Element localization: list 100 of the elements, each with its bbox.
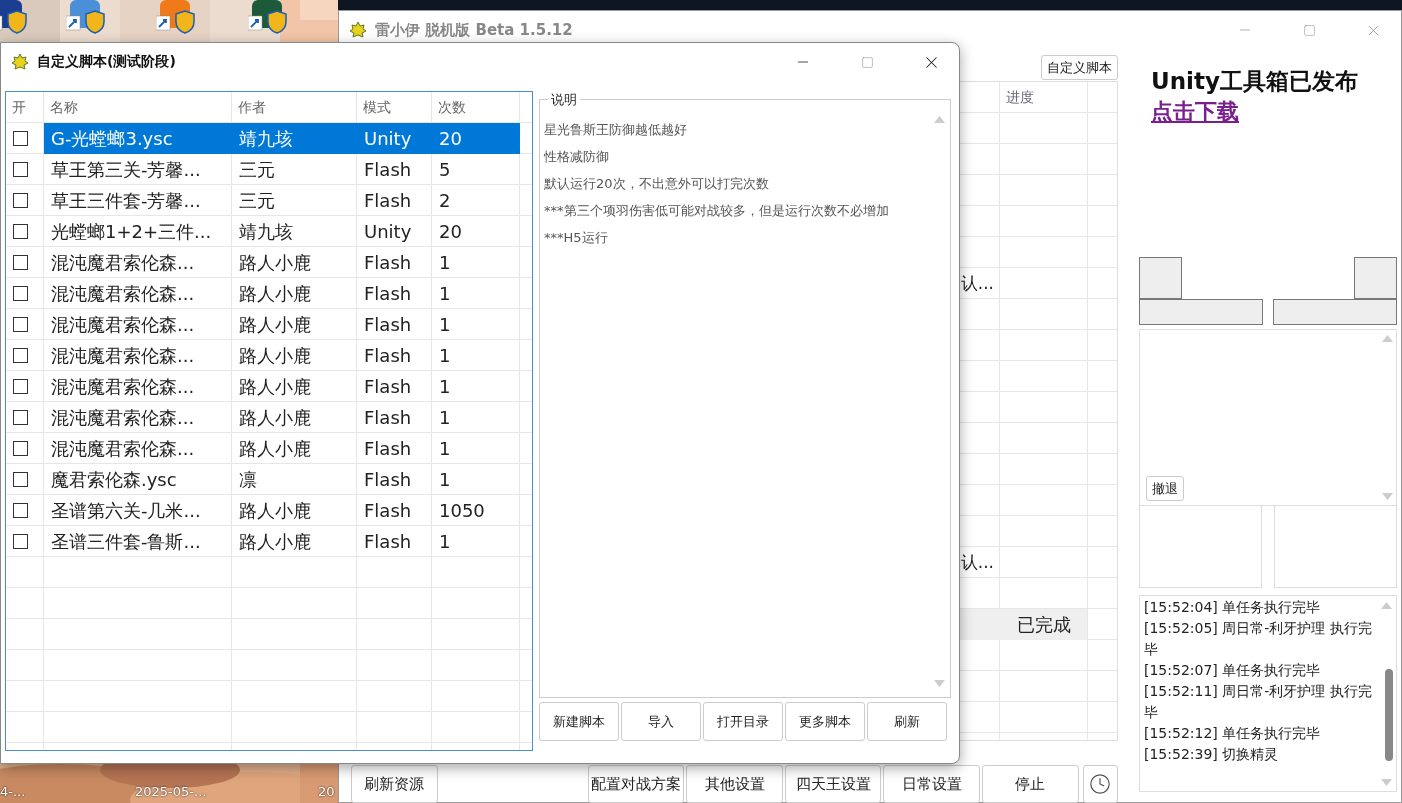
dialog-title: 自定义脚本(测试阶段) (37, 53, 177, 71)
table-row[interactable]: 混沌魔君索伦森... 路人小鹿 Flash 1 (6, 247, 532, 278)
dialog-button[interactable]: 导入 (621, 702, 701, 741)
promo-headline: Unity工具箱已发布 (1151, 67, 1359, 96)
table-cell-text: Flash (363, 158, 413, 182)
column-header[interactable]: 名称 (44, 92, 232, 123)
table-cell-text: 光螳螂1+2+三件... (50, 219, 213, 244)
table-row[interactable]: 混沌魔君索伦森... 路人小鹿 Flash 1 (6, 402, 532, 433)
table-cell-text: 三元 (238, 188, 276, 213)
table-row[interactable]: 混沌魔君索伦森... 路人小鹿 Flash 1 (6, 309, 532, 340)
app-shortcut-icon[interactable] (0, 0, 28, 34)
table-cell-text: Flash (363, 406, 413, 430)
table-cell-text: Unity (363, 220, 413, 244)
log-entry: [15:52:07] 单任务执行完毕 (1144, 661, 1322, 680)
log-entry: [15:52:12] 单任务执行完毕 (1144, 724, 1322, 743)
toolbar-button[interactable]: 日常设置 (883, 765, 980, 803)
table-cell-text: 2 (438, 189, 452, 213)
table-cell-text: 混沌魔君索伦森... (50, 312, 196, 337)
timer-button[interactable] (1082, 765, 1118, 803)
checkbox[interactable] (13, 131, 28, 146)
table-row[interactable]: 混沌魔君索伦森... 路人小鹿 Flash 1 (6, 278, 532, 309)
app-shortcut-icon[interactable] (66, 0, 106, 34)
custom-script-button[interactable]: 自定义脚本 (1041, 55, 1118, 80)
table-cell-text: Flash (363, 344, 413, 368)
table-row[interactable]: 圣谱三件套-鲁斯... 路人小鹿 Flash 1 (6, 526, 532, 557)
table-cell-text: Flash (363, 499, 413, 523)
table-cell-text: 已完成 (1016, 612, 1072, 637)
log-entry: [15:52:11] 周日常-利牙护理 执行完毕 (1144, 682, 1373, 722)
app-shortcut-icon[interactable] (156, 0, 196, 34)
checkbox[interactable] (13, 162, 28, 177)
table-row[interactable]: 光螳螂1+2+三件... 靖九垓 Unity 20 (6, 216, 532, 247)
checkbox[interactable] (13, 193, 28, 208)
dialog-button[interactable]: 新建脚本 (539, 702, 619, 741)
table-cell-text: 路人小鹿 (238, 312, 312, 337)
dialog-button[interactable]: 更多脚本 (785, 702, 865, 741)
checkbox[interactable] (13, 410, 28, 425)
description-text: 性格减防御 (544, 149, 610, 164)
table-cell-text: 5 (438, 158, 452, 182)
column-header[interactable]: 模式 (357, 92, 432, 123)
table-cell-text: 混沌魔君索伦森... (50, 374, 196, 399)
table-row[interactable]: 混沌魔君索伦森... 路人小鹿 Flash 1 (6, 371, 532, 402)
table-cell-text: 1 (438, 344, 452, 368)
desktop-icon-label: 2025-05-... (135, 784, 207, 799)
app-logo-icon (349, 21, 367, 39)
table-cell-text: 圣谱三件套-鲁斯... (50, 529, 202, 554)
column-header[interactable]: 开 (6, 92, 44, 123)
table-cell-text: G-光螳螂3.ysc (50, 126, 174, 151)
table-cell-text: 1050 (438, 499, 486, 523)
column-header[interactable]: 次数 (432, 92, 520, 123)
description-text: 默认运行20次，不出意外可以打完次数 (544, 176, 770, 191)
description-text: ***第三个项羽伤害低可能对战较多，但是运行次数不必增加 (544, 203, 890, 218)
checkbox[interactable] (13, 472, 28, 487)
table-row[interactable]: 草王第三关-芳馨... 三元 Flash 5 (6, 154, 532, 185)
log-entry: [15:52:04] 单任务执行完毕 (1144, 598, 1322, 617)
checkbox[interactable] (13, 286, 28, 301)
table-cell-text: 路人小鹿 (238, 498, 312, 523)
checkbox[interactable] (13, 441, 28, 456)
log-entry: [15:52:05] 周日常-利牙护理 执行完毕 (1144, 619, 1373, 659)
app-shortcut-icon[interactable] (248, 0, 288, 34)
table-cell-text: 路人小鹿 (238, 343, 312, 368)
table-cell-text: 1 (438, 251, 452, 275)
download-link[interactable]: 点击下载 (1151, 97, 1239, 127)
retreat-button[interactable]: 撤退 (1146, 476, 1184, 501)
table-row[interactable]: 圣谱第六关-几米... 路人小鹿 Flash 1050 (6, 495, 532, 526)
table-cell-text: 路人小鹿 (238, 250, 312, 275)
table-row[interactable]: 混沌魔君索伦森... 路人小鹿 Flash 1 (6, 433, 532, 464)
window-title: 雷小伊 脱机版 Beta 1.5.12 (375, 20, 574, 40)
checkbox[interactable] (13, 379, 28, 394)
scrollbar-thumb[interactable] (1385, 669, 1393, 761)
column-header[interactable]: 进度 (1000, 82, 1088, 113)
checkbox[interactable] (13, 224, 28, 239)
table-cell-text: 1 (438, 468, 452, 492)
desktop-icon-label: 4-... (0, 784, 26, 799)
table-cell-text: 1 (438, 406, 452, 430)
table-row[interactable]: 草王三件套-芳馨... 三元 Flash 2 (6, 185, 532, 216)
column-header[interactable]: 作者 (232, 92, 357, 123)
refresh-resources-button[interactable]: 刷新资源 (351, 765, 438, 803)
group-label: 说明 (548, 91, 580, 109)
table-cell-text: 混沌魔君索伦森... (50, 250, 196, 275)
dialog-button[interactable]: 刷新 (867, 702, 947, 741)
dialog-button[interactable]: 打开目录 (703, 702, 783, 741)
toolbar-button[interactable]: 配置对战方案 (587, 765, 685, 803)
clock-icon (1089, 773, 1112, 795)
table-cell-text: Flash (363, 313, 413, 337)
table-cell-text: 魔君索伦森.ysc (50, 467, 178, 492)
checkbox[interactable] (13, 503, 28, 518)
table-cell-text: 1 (438, 375, 452, 399)
app-logo-icon (11, 53, 29, 71)
table-row[interactable]: 魔君索伦森.ysc 凛 Flash 1 (6, 464, 532, 495)
toolbar-button[interactable]: 其他设置 (686, 765, 783, 803)
checkbox[interactable] (13, 255, 28, 270)
table-cell-text: 圣谱第六关-几米... (50, 498, 202, 523)
checkbox[interactable] (13, 348, 28, 363)
table-cell-text: Flash (363, 530, 413, 554)
toolbar-button[interactable]: 四天王设置 (784, 765, 882, 803)
table-cell-text: Flash (363, 375, 413, 399)
toolbar-button[interactable]: 停止 (981, 765, 1079, 803)
checkbox[interactable] (13, 317, 28, 332)
checkbox[interactable] (13, 534, 28, 549)
table-row[interactable]: 混沌魔君索伦森... 路人小鹿 Flash 1 (6, 340, 532, 371)
